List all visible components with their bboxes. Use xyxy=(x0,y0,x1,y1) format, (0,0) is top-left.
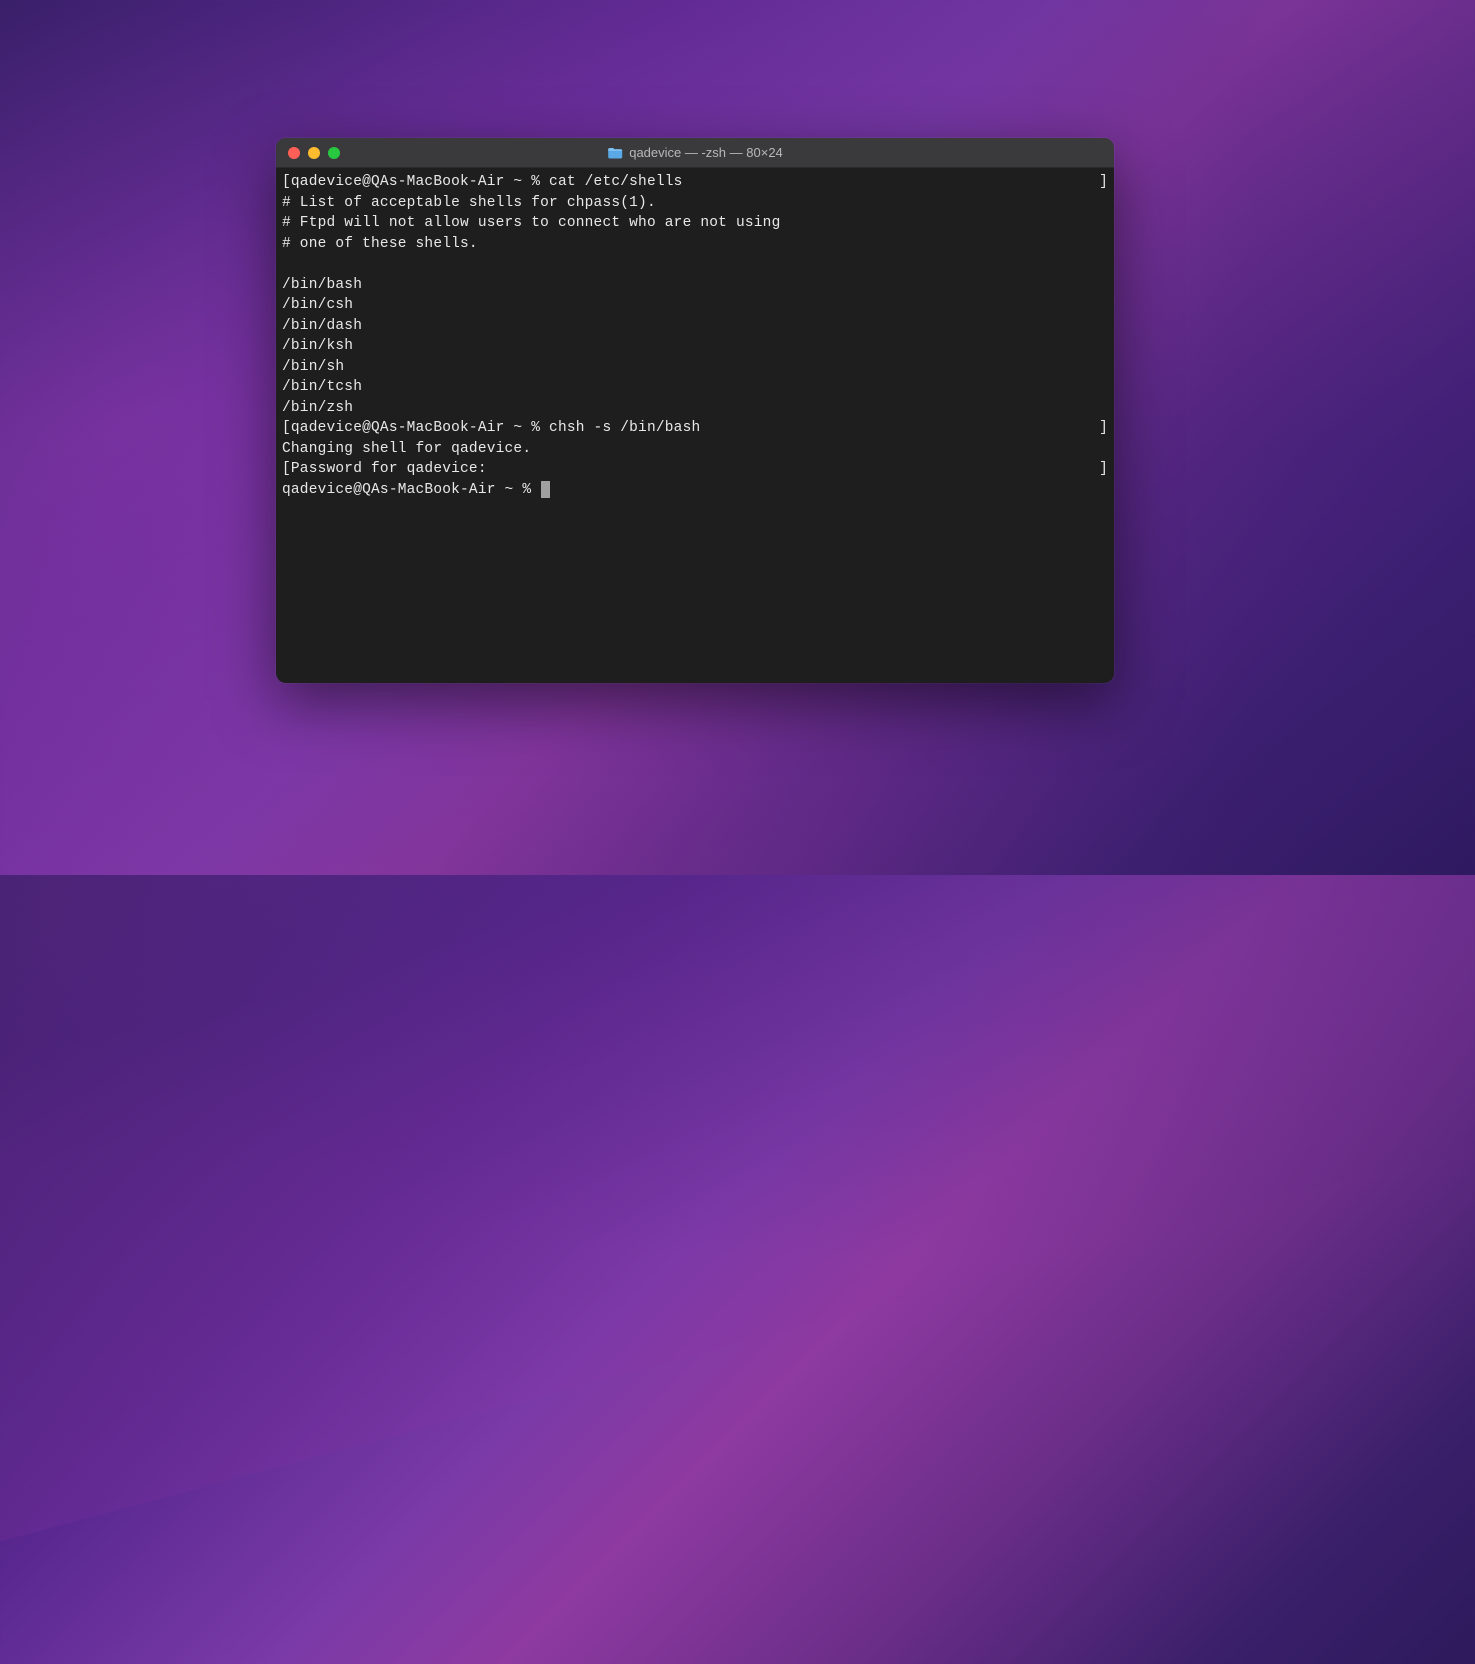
terminal-line: [qadevice@QAs-MacBook-Air ~ % cat /etc/s… xyxy=(282,172,1108,193)
terminal-window: qadevice — -zsh — 80×24 [qadevice@QAs-Ma… xyxy=(276,138,1114,683)
terminal-line: /bin/tcsh xyxy=(282,377,1108,398)
terminal-line: [qadevice@QAs-MacBook-Air ~ % chsh -s /b… xyxy=(282,418,1108,439)
terminal-line: /bin/dash xyxy=(282,316,1108,337)
terminal-line: qadevice@QAs-MacBook-Air ~ % xyxy=(282,480,1108,501)
maximize-button[interactable] xyxy=(328,147,340,159)
terminal-line: /bin/zsh xyxy=(282,398,1108,419)
terminal-content[interactable]: [qadevice@QAs-MacBook-Air ~ % cat /etc/s… xyxy=(276,168,1114,504)
close-button[interactable] xyxy=(288,147,300,159)
terminal-line: Changing shell for qadevice. xyxy=(282,439,1108,460)
minimize-button[interactable] xyxy=(308,147,320,159)
terminal-line: # one of these shells. xyxy=(282,234,1108,255)
terminal-line: # Ftpd will not allow users to connect w… xyxy=(282,213,1108,234)
terminal-line: # List of acceptable shells for chpass(1… xyxy=(282,193,1108,214)
terminal-line xyxy=(282,254,1108,275)
cursor xyxy=(541,481,550,498)
window-title: qadevice — -zsh — 80×24 xyxy=(629,145,783,160)
terminal-line: /bin/csh xyxy=(282,295,1108,316)
terminal-line: /bin/sh xyxy=(282,357,1108,378)
folder-icon xyxy=(607,146,623,160)
traffic-lights xyxy=(288,147,340,159)
terminal-line: [Password for qadevice:] xyxy=(282,459,1108,480)
terminal-line: /bin/bash xyxy=(282,275,1108,296)
window-titlebar[interactable]: qadevice — -zsh — 80×24 xyxy=(276,138,1114,168)
terminal-line: /bin/ksh xyxy=(282,336,1108,357)
window-title-container: qadevice — -zsh — 80×24 xyxy=(607,145,783,160)
